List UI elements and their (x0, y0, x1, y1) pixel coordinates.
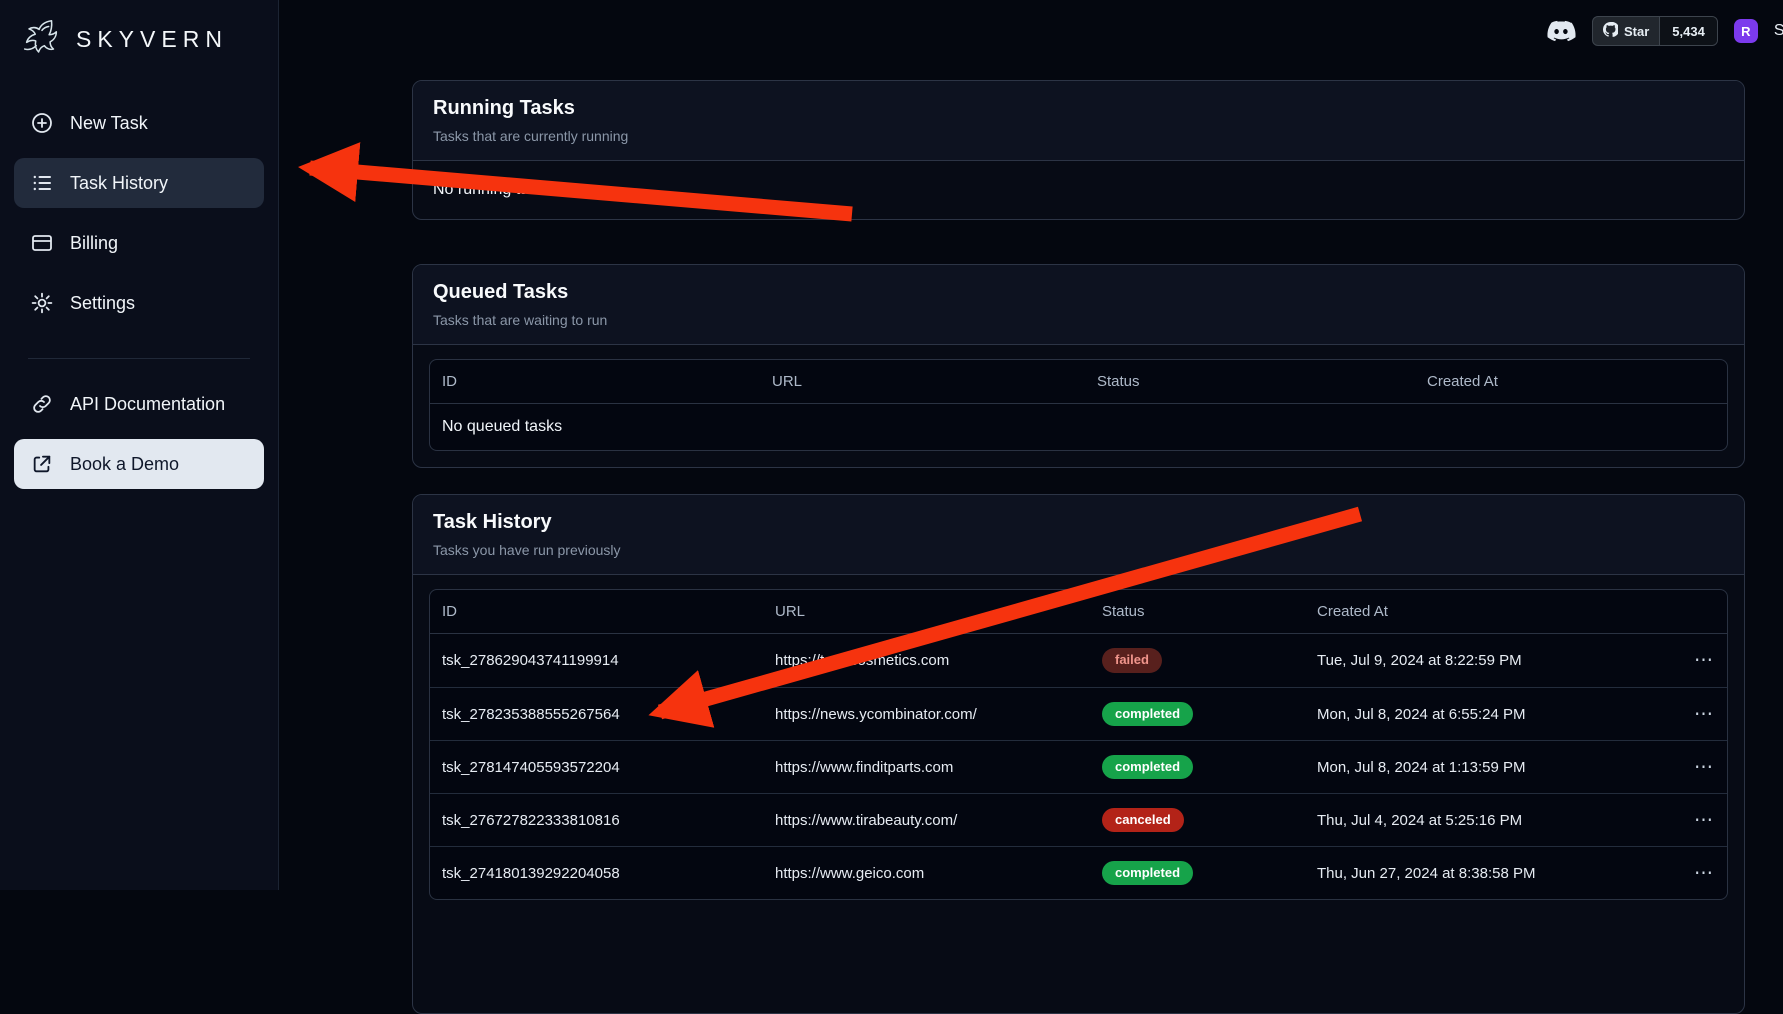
task-created-at: Thu, Jul 4, 2024 at 5:25:16 PM (1305, 804, 1647, 837)
row-actions-button[interactable]: ⋯ (1647, 854, 1727, 893)
plus-circle-icon (30, 111, 54, 135)
list-icon (30, 171, 54, 195)
task-url: https://www.geico.com (763, 857, 1090, 890)
card-subtitle: Tasks that are waiting to run (433, 312, 1724, 328)
table-header-row: ID URL Status Created At (430, 360, 1727, 404)
status-badge: completed (1102, 861, 1193, 885)
sidebar-item-label: Billing (70, 233, 118, 254)
sidebar-item-label: Book a Demo (70, 454, 179, 475)
status-badge: completed (1102, 755, 1193, 779)
task-id: tsk_278147405593572204 (430, 751, 763, 784)
sidebar: SKYVERN New Task Task History Billing S (0, 0, 279, 890)
external-link-icon (30, 452, 54, 476)
brand-name: SKYVERN (76, 26, 228, 53)
task-url: https://news.ycombinator.com/ (763, 698, 1090, 731)
gear-icon (30, 291, 54, 315)
status-badge: canceled (1102, 808, 1184, 832)
task-url: https://www.tirabeauty.com/ (763, 804, 1090, 837)
row-actions-button[interactable]: ⋯ (1647, 641, 1727, 680)
running-tasks-card: Running Tasks Tasks that are currently r… (412, 80, 1745, 220)
card-title: Running Tasks (433, 97, 1724, 120)
queued-tasks-card: Queued Tasks Tasks that are waiting to r… (412, 264, 1745, 468)
github-star-label: Star (1624, 24, 1649, 39)
sidebar-item-billing[interactable]: Billing (14, 218, 264, 268)
table-row[interactable]: tsk_278235388555267564 https://news.ycom… (430, 687, 1727, 740)
sidebar-divider (28, 358, 250, 359)
task-id: tsk_274180139292204058 (430, 857, 763, 890)
sidebar-item-settings[interactable]: Settings (14, 278, 264, 328)
topbar: Star 5,434 R S (1546, 16, 1783, 46)
table-row[interactable]: tsk_276727822333810816 https://www.tirab… (430, 793, 1727, 846)
task-created-at: Mon, Jul 8, 2024 at 1:13:59 PM (1305, 751, 1647, 784)
column-header-url: URL (763, 590, 1090, 633)
sidebar-item-label: API Documentation (70, 394, 225, 415)
table-row[interactable]: tsk_274180139292204058 https://www.geico… (430, 846, 1727, 899)
card-title: Task History (433, 511, 1724, 534)
task-id: tsk_276727822333810816 (430, 804, 763, 837)
user-name-cutoff: S (1774, 22, 1783, 40)
table-row[interactable]: tsk_278629043741199914 https://tartecosm… (430, 634, 1727, 687)
task-history-table: ID URL Status Created At tsk_27862904374… (429, 589, 1728, 900)
sidebar-item-label: Task History (70, 173, 168, 194)
card-title: Queued Tasks (433, 281, 1724, 304)
column-header-status: Status (1090, 590, 1305, 633)
task-history-header: Task History Tasks you have run previous… (413, 495, 1744, 575)
github-icon (1603, 22, 1618, 40)
discord-icon[interactable] (1546, 19, 1576, 43)
running-tasks-header: Running Tasks Tasks that are currently r… (413, 81, 1744, 161)
card-subtitle: Tasks that are currently running (433, 128, 1724, 144)
sidebar-nav: New Task Task History Billing Settings (0, 72, 278, 489)
queued-tasks-table: ID URL Status Created At No queued tasks (429, 359, 1728, 451)
sidebar-item-label: New Task (70, 113, 148, 134)
column-header-url: URL (760, 360, 1085, 403)
row-actions-button[interactable]: ⋯ (1647, 801, 1727, 840)
queued-tasks-header: Queued Tasks Tasks that are waiting to r… (413, 265, 1744, 345)
column-header-created-at: Created At (1305, 590, 1647, 633)
status-badge: failed (1102, 648, 1162, 672)
row-actions-button[interactable]: ⋯ (1647, 748, 1727, 787)
task-url: https://www.finditparts.com (763, 751, 1090, 784)
task-url: https://tartecosmetics.com (763, 644, 1090, 677)
sidebar-item-label: Settings (70, 293, 135, 314)
card-subtitle: Tasks you have run previously (433, 542, 1724, 558)
task-id: tsk_278629043741199914 (430, 644, 763, 677)
sidebar-item-task-history[interactable]: Task History (14, 158, 264, 208)
user-avatar[interactable]: R (1734, 19, 1758, 43)
status-badge: completed (1102, 702, 1193, 726)
sidebar-item-book-a-demo[interactable]: Book a Demo (14, 439, 264, 489)
table-row[interactable]: tsk_278147405593572204 https://www.findi… (430, 740, 1727, 793)
github-star-button[interactable]: Star 5,434 (1592, 16, 1718, 46)
column-header-actions (1647, 599, 1727, 625)
brand-logo[interactable]: SKYVERN (0, 0, 278, 72)
column-header-created-at: Created At (1415, 360, 1727, 403)
running-tasks-empty-message: No running tasks (413, 161, 1744, 219)
credit-card-icon (30, 231, 54, 255)
link-icon (30, 392, 54, 416)
task-created-at: Tue, Jul 9, 2024 at 8:22:59 PM (1305, 644, 1647, 677)
column-header-status: Status (1085, 360, 1415, 403)
sidebar-item-api-documentation[interactable]: API Documentation (14, 379, 264, 429)
skyvern-dragon-logo-icon (18, 16, 64, 62)
column-header-id: ID (430, 360, 760, 403)
task-id: tsk_278235388555267564 (430, 698, 763, 731)
row-actions-button[interactable]: ⋯ (1647, 695, 1727, 734)
table-header-row: ID URL Status Created At (430, 590, 1727, 634)
github-star-count: 5,434 (1659, 17, 1717, 45)
column-header-id: ID (430, 590, 763, 633)
task-history-card: Task History Tasks you have run previous… (412, 494, 1745, 1014)
queued-tasks-empty-message: No queued tasks (430, 404, 1727, 450)
task-created-at: Thu, Jun 27, 2024 at 8:38:58 PM (1305, 857, 1647, 890)
task-created-at: Mon, Jul 8, 2024 at 6:55:24 PM (1305, 698, 1647, 731)
sidebar-item-new-task[interactable]: New Task (14, 98, 264, 148)
